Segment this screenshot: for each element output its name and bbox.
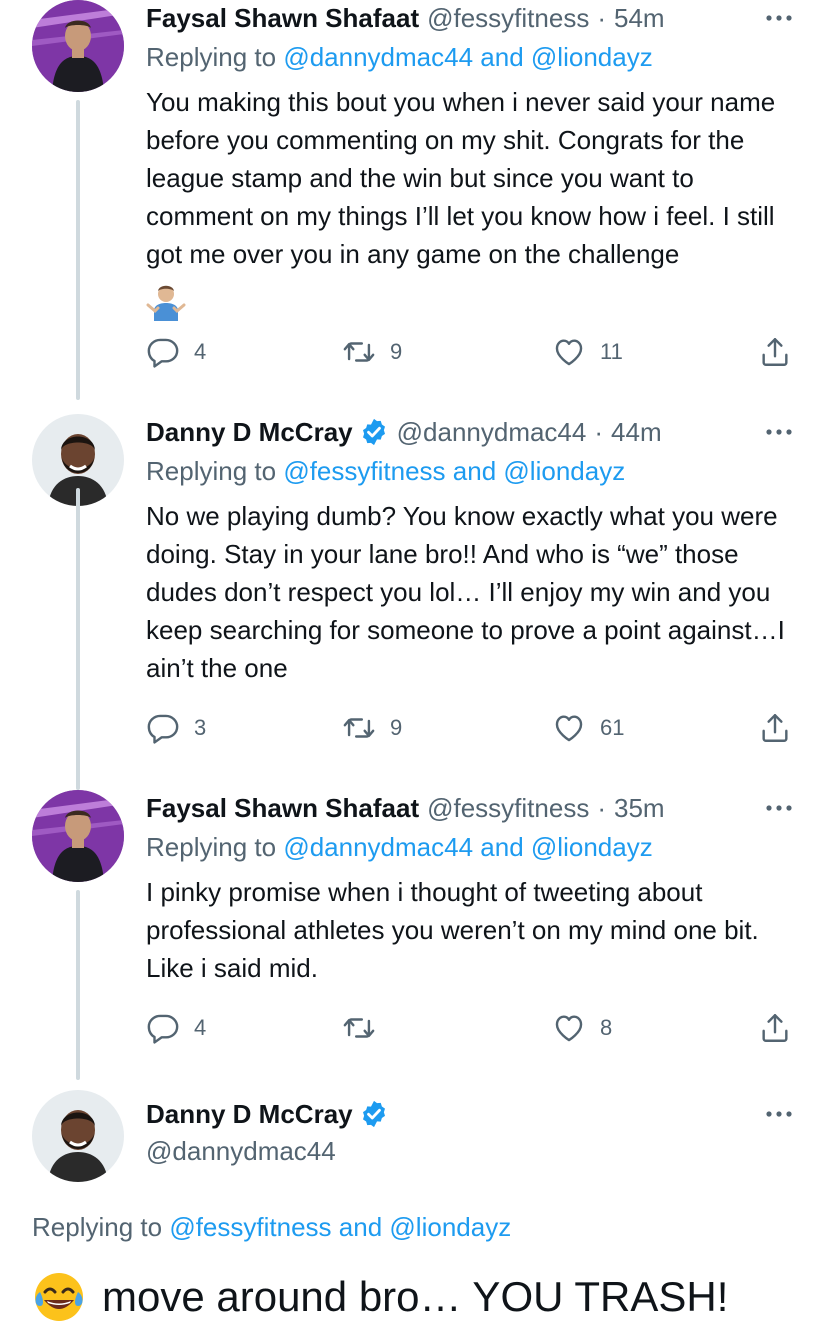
retweet-icon <box>342 711 376 745</box>
more-options-icon[interactable] <box>764 420 794 444</box>
main-tweet-text: move around bro… YOU TRASH! <box>32 1270 728 1324</box>
author-handle[interactable]: @dannydmac44 <box>146 1136 389 1167</box>
tweet-actions: 4 8 <box>146 1008 796 1048</box>
author-name[interactable]: Danny D McCray <box>146 417 353 448</box>
author-name[interactable]: Faysal Shawn Shafaat <box>146 3 419 34</box>
tweet-3[interactable]: Faysal Shawn Shafaat @fessyfitness · 35m… <box>0 790 828 1080</box>
like-icon <box>552 1011 586 1045</box>
share-button[interactable] <box>758 708 792 748</box>
share-icon <box>758 1011 792 1045</box>
tweet-header: Faysal Shawn Shafaat @fessyfitness · 35m <box>146 790 665 826</box>
tweet-actions: 3 9 61 <box>146 708 796 748</box>
reply-icon <box>146 335 180 369</box>
mention-and: and <box>338 1212 383 1242</box>
author-name[interactable]: Danny D McCray <box>146 1099 353 1130</box>
tweet-text-content: No we playing dumb? You know exactly wha… <box>146 501 785 683</box>
tweet-actions: 4 9 11 <box>146 332 796 372</box>
retweet-icon <box>342 1011 376 1045</box>
retweet-button[interactable] <box>342 1008 390 1048</box>
mention-link[interactable]: @liondayz <box>531 832 653 862</box>
reply-button[interactable]: 4 <box>146 1008 206 1048</box>
main-tweet-text-content: move around bro… YOU TRASH! <box>102 1273 729 1320</box>
mention-link[interactable]: @dannydmac44 <box>283 832 473 862</box>
mention-and: and <box>480 832 524 862</box>
tweet-text-content: You making this bout you when i never sa… <box>146 87 776 269</box>
tweet-header: Danny D McCray @dannydmac44 · 44m <box>146 414 662 450</box>
replying-prefix: Replying to <box>32 1212 163 1242</box>
avatar[interactable] <box>32 0 124 92</box>
replying-to: Replying to @dannydmac44 and @liondayz <box>146 42 653 73</box>
replying-to: Replying to @dannydmac44 and @liondayz <box>146 832 653 863</box>
like-count: 11 <box>600 339 623 364</box>
reply-button[interactable]: 4 <box>146 332 206 372</box>
reply-icon <box>146 1011 180 1045</box>
share-button[interactable] <box>758 332 792 372</box>
mention-link[interactable]: @fessyfitness <box>283 456 445 486</box>
replying-prefix: Replying to <box>146 42 277 72</box>
like-icon <box>552 711 586 745</box>
share-button[interactable] <box>758 1008 792 1048</box>
share-icon <box>758 711 792 745</box>
reply-button[interactable]: 3 <box>146 708 206 748</box>
replying-to: Replying to @fessyfitness and @liondayz <box>146 456 625 487</box>
reply-count: 4 <box>194 339 207 364</box>
like-count: 8 <box>600 1015 613 1040</box>
like-icon <box>552 335 586 369</box>
retweet-button[interactable]: 9 <box>342 332 402 372</box>
tweet-header: Faysal Shawn Shafaat @fessyfitness · 54m <box>146 0 665 36</box>
tweet-text: You making this bout you when i never sa… <box>146 83 806 321</box>
mention-and: and <box>480 42 524 72</box>
timestamp[interactable]: 35m <box>614 793 665 824</box>
reply-icon <box>146 711 180 745</box>
like-button[interactable]: 61 <box>552 708 624 748</box>
author-handle[interactable]: @fessyfitness <box>427 3 589 34</box>
avatar[interactable] <box>32 790 124 882</box>
thread-line <box>76 488 80 790</box>
verified-badge-icon <box>359 417 389 447</box>
retweet-icon <box>342 335 376 369</box>
retweet-count: 9 <box>390 339 403 364</box>
retweet-count: 9 <box>390 715 403 740</box>
more-options-icon[interactable] <box>764 6 794 30</box>
retweet-button[interactable]: 9 <box>342 708 402 748</box>
more-options-icon[interactable] <box>764 796 794 820</box>
thread-line <box>76 100 80 400</box>
person-shrugging-icon <box>146 285 186 321</box>
mention-link[interactable]: @dannydmac44 <box>283 42 473 72</box>
separator-dot: · <box>594 416 604 447</box>
mention-link[interactable]: @liondayz <box>531 42 653 72</box>
more-options-icon[interactable] <box>764 1102 794 1126</box>
reply-count: 4 <box>194 1015 207 1040</box>
main-tweet-author: Danny D McCray @dannydmac44 <box>146 1096 389 1167</box>
share-icon <box>758 335 792 369</box>
separator-dot: · <box>597 792 607 823</box>
replying-to: Replying to @fessyfitness and @liondayz <box>32 1212 511 1243</box>
tweet-text-content: I pinky promise when i thought of tweeti… <box>146 877 759 983</box>
timestamp[interactable]: 44m <box>611 417 662 448</box>
like-button[interactable]: 11 <box>552 332 623 372</box>
face-with-tears-of-joy-icon <box>35 1273 83 1321</box>
tweet-text: No we playing dumb? You know exactly wha… <box>146 497 806 687</box>
reply-count: 3 <box>194 715 207 740</box>
tweet-1[interactable]: Faysal Shawn Shafaat @fessyfitness · 54m… <box>0 0 828 400</box>
mention-link[interactable]: @fessyfitness <box>169 1212 331 1242</box>
tweet-2[interactable]: Danny D McCray @dannydmac44 · 44m Replyi… <box>0 414 828 790</box>
like-button[interactable]: 8 <box>552 1008 612 1048</box>
like-count: 61 <box>600 715 625 740</box>
replying-prefix: Replying to <box>146 456 277 486</box>
tweet-text: I pinky promise when i thought of tweeti… <box>146 873 806 987</box>
thread-line <box>76 890 80 1080</box>
author-handle[interactable]: @fessyfitness <box>427 793 589 824</box>
author-handle[interactable]: @dannydmac44 <box>397 417 587 448</box>
author-name[interactable]: Faysal Shawn Shafaat <box>146 793 419 824</box>
verified-badge-icon <box>359 1099 389 1129</box>
mention-and: and <box>452 456 497 486</box>
separator-dot: · <box>597 2 607 33</box>
replying-prefix: Replying to <box>146 832 277 862</box>
mention-link[interactable]: @liondayz <box>503 456 625 486</box>
mention-link[interactable]: @liondayz <box>389 1212 511 1242</box>
avatar[interactable] <box>32 1090 124 1182</box>
timestamp[interactable]: 54m <box>614 3 665 34</box>
